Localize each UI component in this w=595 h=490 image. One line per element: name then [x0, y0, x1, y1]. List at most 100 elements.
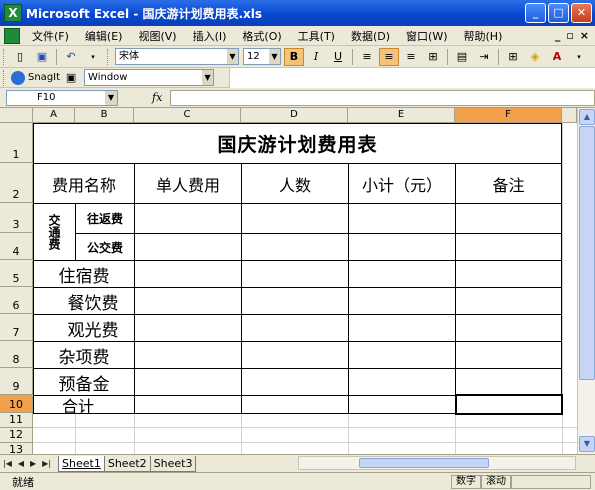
column-header-b[interactable]: B	[75, 108, 134, 123]
header-note[interactable]: 备注	[455, 163, 562, 204]
cell-c9[interactable]	[134, 368, 242, 396]
indent-icon[interactable]: ⇥	[474, 48, 494, 66]
mdi-minimize-button[interactable]: _	[555, 29, 561, 42]
toolbar-grip[interactable]	[107, 48, 110, 65]
cell-d6[interactable]	[241, 287, 349, 315]
mdi-restore-button[interactable]: ▫	[566, 29, 573, 42]
row-header-10[interactable]: 10	[0, 395, 33, 413]
close-button[interactable]: ✕	[571, 3, 592, 23]
cell-f9[interactable]	[455, 368, 562, 396]
cell-d3[interactable]	[241, 203, 349, 234]
cell-d4[interactable]	[241, 233, 349, 261]
scroll-down-icon[interactable]: ▼	[579, 436, 595, 452]
column-header-e[interactable]: E	[348, 108, 455, 123]
header-item-name[interactable]: 费用名称	[33, 163, 135, 204]
menu-tools[interactable]: 工具(T)	[290, 28, 343, 44]
font-color-icon[interactable]: A	[547, 48, 567, 66]
cell-d10[interactable]	[241, 395, 349, 414]
transport-item-bus[interactable]: 公交费	[75, 233, 135, 261]
snagit-button[interactable]: SnagIt	[28, 72, 60, 83]
column-header-d[interactable]: D	[241, 108, 348, 123]
transport-group-cell[interactable]: 交通费	[33, 203, 76, 261]
new-document-icon[interactable]: ▯	[10, 48, 30, 66]
tab-next-icon[interactable]: ▶	[30, 459, 36, 468]
cell-f3[interactable]	[455, 203, 562, 234]
vertical-scrollbar[interactable]: ▲ ▼	[577, 108, 595, 454]
row-header-1[interactable]: 1	[0, 123, 33, 163]
horizontal-scroll-thumb[interactable]	[359, 458, 489, 468]
row-header-8[interactable]: 8	[0, 341, 33, 368]
chevron-down-icon[interactable]: ▼	[202, 70, 214, 85]
menu-insert[interactable]: 插入(I)	[185, 28, 235, 44]
row-header-12[interactable]: 12	[0, 428, 33, 443]
cell-e4[interactable]	[348, 233, 456, 261]
tab-last-icon[interactable]: ▶|	[42, 459, 51, 468]
insert-function-icon[interactable]: fx	[152, 91, 162, 104]
tab-sheet1[interactable]: Sheet1	[58, 455, 105, 472]
row-header-6[interactable]: 6	[0, 287, 33, 314]
cell-f7[interactable]	[455, 314, 562, 342]
row-header-2[interactable]: 2	[0, 163, 33, 203]
cell-e8[interactable]	[348, 341, 456, 369]
font-size-select[interactable]: 12 ▼	[243, 48, 281, 65]
row-header-9[interactable]: 9	[0, 368, 33, 395]
header-subtotal[interactable]: 小计（元）	[348, 163, 456, 204]
cell-c5[interactable]	[134, 260, 242, 288]
row-header-11[interactable]: 11	[0, 413, 33, 428]
transport-item-roundtrip[interactable]: 往返费	[75, 203, 135, 234]
chevron-down-icon[interactable]: ▼	[269, 49, 280, 64]
excel-app-icon[interactable]: X	[4, 4, 22, 22]
font-name-select[interactable]: 宋体 ▼	[115, 48, 239, 65]
item-misc[interactable]: 杂项费	[33, 341, 135, 369]
select-all-corner[interactable]	[0, 108, 33, 123]
cell-f8[interactable]	[455, 341, 562, 369]
column-header-overflow[interactable]	[562, 108, 577, 123]
tab-first-icon[interactable]: |◀	[3, 459, 12, 468]
merge-center-icon[interactable]: ⊞	[423, 48, 443, 66]
cell-f5[interactable]	[455, 260, 562, 288]
item-sightseeing[interactable]: 观光费	[33, 314, 135, 342]
toolbar-options-icon[interactable]: ▾	[569, 48, 589, 66]
menu-file[interactable]: 文件(F)	[24, 28, 77, 44]
chevron-down-icon[interactable]: ▼	[105, 90, 117, 105]
cell-f6[interactable]	[455, 287, 562, 315]
menu-format[interactable]: 格式(O)	[234, 28, 289, 44]
vertical-scroll-thumb[interactable]	[579, 126, 595, 380]
header-unit-cost[interactable]: 单人费用	[134, 163, 242, 204]
scroll-up-icon[interactable]: ▲	[579, 109, 595, 125]
bold-button[interactable]: B	[284, 47, 304, 66]
maximize-button[interactable]: □	[548, 3, 569, 23]
menu-window[interactable]: 窗口(W)	[398, 28, 455, 44]
cell-c3[interactable]	[134, 203, 242, 234]
row-header-4[interactable]: 4	[0, 233, 33, 260]
align-right-icon[interactable]: ≡	[401, 48, 421, 66]
undo-icon[interactable]: ↶	[61, 48, 81, 66]
cell-c6[interactable]	[134, 287, 242, 315]
toolbar-grip[interactable]	[3, 69, 6, 86]
formula-input[interactable]	[170, 89, 595, 106]
cell-d7[interactable]	[241, 314, 349, 342]
italic-button[interactable]: I	[306, 48, 326, 66]
cell-c10[interactable]	[134, 395, 242, 414]
table-title-cell[interactable]: 国庆游计划费用表	[33, 123, 562, 164]
cell-e10[interactable]	[348, 395, 456, 414]
chevron-down-icon[interactable]: ▼	[227, 49, 238, 64]
cell-d5[interactable]	[241, 260, 349, 288]
cell-e7[interactable]	[348, 314, 456, 342]
tab-sheet2[interactable]: Sheet2	[103, 455, 151, 472]
header-people[interactable]: 人数	[241, 163, 349, 204]
name-box[interactable]: F10 ▼	[6, 89, 118, 106]
menu-help[interactable]: 帮助(H)	[456, 28, 511, 44]
toolbar-grip[interactable]	[3, 48, 6, 65]
item-total[interactable]: 合计	[33, 395, 135, 416]
undo-dropdown-icon[interactable]: ▾	[83, 48, 103, 66]
row-header-5[interactable]: 5	[0, 260, 33, 287]
row-header-13[interactable]: 13	[0, 443, 33, 454]
column-header-a[interactable]: A	[33, 108, 75, 123]
cell-f4[interactable]	[455, 233, 562, 261]
menu-data[interactable]: 数据(D)	[343, 28, 398, 44]
align-left-icon[interactable]: ≡	[357, 48, 377, 66]
column-header-c[interactable]: C	[134, 108, 241, 123]
cell-e5[interactable]	[348, 260, 456, 288]
minimize-button[interactable]: _	[525, 3, 546, 23]
